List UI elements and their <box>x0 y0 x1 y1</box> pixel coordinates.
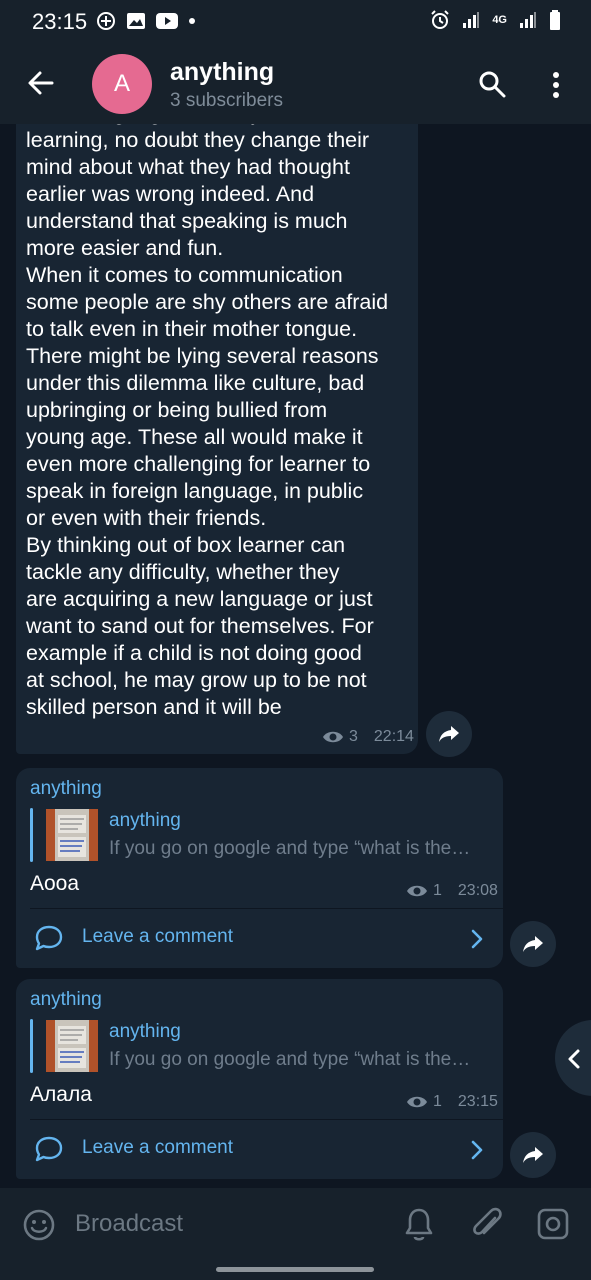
chevron-left-icon <box>568 1049 580 1069</box>
more-menu-icon[interactable] <box>546 70 566 100</box>
emoji-icon[interactable] <box>22 1208 56 1242</box>
views-eye-icon <box>407 885 427 897</box>
post-text: Аооа <box>30 872 80 895</box>
attach-paperclip-icon[interactable] <box>470 1206 504 1244</box>
comment-bubble-icon <box>35 1136 63 1162</box>
comment-label: Leave a comment <box>82 1137 234 1158</box>
message-input-bar: Broadcast <box>0 1188 591 1280</box>
subscriber-count: 3 subscribers <box>170 90 283 111</box>
channel-post[interactable]: anything anything If you go on google an… <box>16 979 503 1179</box>
reply-bar <box>30 1019 33 1073</box>
share-arrow-icon <box>523 936 543 952</box>
reply-author: anything <box>109 1021 181 1042</box>
youtube-icon <box>156 13 178 29</box>
dot-icon <box>189 18 195 24</box>
view-count: 1 <box>433 882 442 899</box>
channel-post[interactable]: anything anything If you go on google an… <box>16 768 503 968</box>
search-icon[interactable] <box>478 70 506 98</box>
home-indicator <box>216 1267 374 1272</box>
post-meta: 1 23:08 <box>406 882 498 900</box>
post-text: Алала <box>30 1083 92 1106</box>
post-time: 23:08 <box>457 882 498 899</box>
status-bar: 23:15 4G <box>0 0 591 44</box>
reply-bar <box>30 808 33 862</box>
post-meta: 1 23:15 <box>406 1093 498 1111</box>
reply-thumbnail <box>46 1020 98 1072</box>
reply-thumbnail <box>46 809 98 861</box>
message-time: 22:14 <box>373 728 414 745</box>
signal-icon-2 <box>520 12 536 28</box>
broadcast-input[interactable]: Broadcast <box>75 1210 183 1238</box>
alarm-icon <box>431 10 450 29</box>
image-icon <box>127 13 145 29</box>
message-text: in the language that they have been lear… <box>26 124 389 719</box>
reply-preview[interactable]: anything If you go on google and type “w… <box>30 1019 490 1073</box>
post-author[interactable]: anything <box>30 989 102 1011</box>
chevron-right-icon <box>471 929 483 949</box>
network-type: 4G <box>492 14 507 26</box>
message-meta: 3 22:14 <box>322 728 414 746</box>
camera-icon[interactable] <box>536 1207 570 1241</box>
share-button[interactable] <box>510 921 556 967</box>
view-count: 3 <box>349 728 358 745</box>
reply-text: If you go on google and type “what is th… <box>109 838 471 859</box>
reply-preview[interactable]: anything If you go on google and type “w… <box>30 808 490 862</box>
comment-label: Leave a comment <box>82 926 234 947</box>
channel-title[interactable]: anything <box>170 58 274 87</box>
bell-icon[interactable] <box>403 1207 435 1243</box>
back-arrow-icon[interactable] <box>26 68 56 98</box>
leave-comment-button[interactable]: Leave a comment <box>16 908 503 968</box>
view-count: 1 <box>433 1093 442 1110</box>
message-list[interactable]: in the language that they have been lear… <box>0 124 591 1188</box>
chevron-right-icon <box>471 1140 483 1160</box>
reply-text: If you go on google and type “what is th… <box>109 1049 471 1070</box>
share-button[interactable] <box>510 1132 556 1178</box>
share-button[interactable] <box>426 711 472 757</box>
notification-dot-icon <box>97 12 115 30</box>
post-time: 23:15 <box>457 1093 498 1110</box>
signal-icon <box>463 12 480 28</box>
message-bubble[interactable]: in the language that they have been lear… <box>16 124 418 754</box>
chat-header: A anything 3 subscribers <box>0 44 591 124</box>
reply-author: anything <box>109 810 181 831</box>
comment-bubble-icon <box>35 925 63 951</box>
views-eye-icon <box>323 731 343 743</box>
status-time: 23:15 <box>32 9 88 34</box>
battery-icon <box>550 10 560 30</box>
post-author[interactable]: anything <box>30 778 102 800</box>
leave-comment-button[interactable]: Leave a comment <box>16 1119 503 1179</box>
share-arrow-icon <box>523 1147 543 1163</box>
share-arrow-icon <box>439 726 459 742</box>
channel-avatar[interactable]: A <box>92 54 152 114</box>
views-eye-icon <box>407 1096 427 1108</box>
